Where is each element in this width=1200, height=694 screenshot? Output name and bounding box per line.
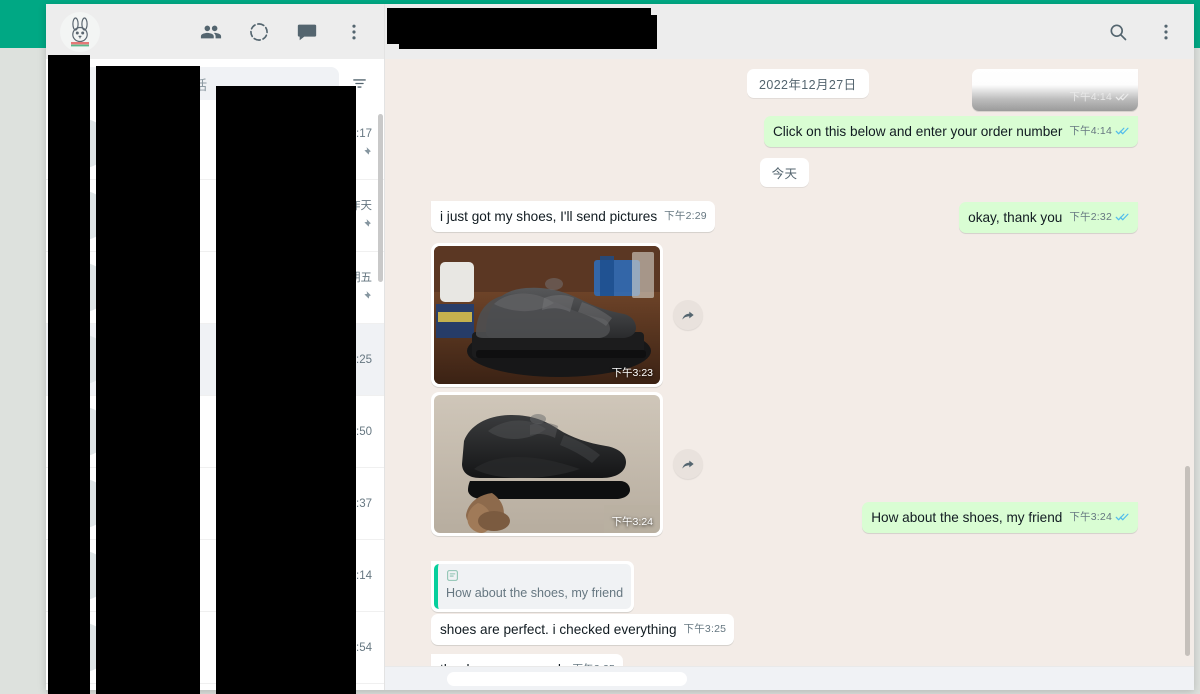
message-meta: 下午3:25 xyxy=(684,620,727,639)
photo[interactable]: x 下午3:23 xyxy=(434,246,660,384)
message-list[interactable]: 2022年12月27日 下午4:14 Click on this below a… xyxy=(385,59,1194,666)
message-meta: 下午3:25 xyxy=(572,660,615,666)
message-bubble[interactable]: i just got my shoes, I'll send pictures … xyxy=(431,201,715,232)
message-bubble[interactable]: How about the shoes, my friend 下午3:24 xyxy=(862,502,1138,533)
read-ticks-icon xyxy=(1115,91,1130,103)
message-meta: 下午2:32 xyxy=(1069,208,1130,227)
quote-block: How about the shoes, my friend xyxy=(434,564,631,609)
compose-bar[interactable] xyxy=(385,666,1194,690)
message-bubble[interactable]: Click on this below and enter your order… xyxy=(764,116,1138,147)
date-divider-old: 2022年12月27日 xyxy=(747,69,869,98)
avatar[interactable] xyxy=(60,12,100,52)
pin-icon xyxy=(359,146,372,159)
redaction-overlay xyxy=(96,66,200,694)
message-time: 下午3:25 xyxy=(572,660,615,666)
message-bubble[interactable]: shoes are perfect. i checked everything … xyxy=(431,614,734,645)
redaction-overlay xyxy=(216,86,356,694)
pin-icon xyxy=(359,218,372,231)
message-meta: 下午4:14 xyxy=(1069,88,1130,107)
message-time: 下午2:32 xyxy=(1069,208,1112,226)
message-text: Click on this below and enter your order… xyxy=(773,123,1062,141)
new-chat-icon[interactable] xyxy=(296,21,318,43)
rabbit-avatar-icon xyxy=(65,16,95,48)
message-row: How about the shoes, my friend xyxy=(431,561,1138,612)
photo-sneakers-on-box: x xyxy=(434,246,660,384)
message-text: okay, thank you xyxy=(968,209,1062,227)
message-meta: 下午4:14 xyxy=(1069,122,1130,141)
date-divider-today-row: 今天 xyxy=(431,158,1138,187)
message-row: thank you very much 下午3:25 xyxy=(431,654,1138,666)
menu-icon[interactable] xyxy=(344,22,364,42)
message-bubble[interactable]: okay, thank you 下午2:32 xyxy=(959,202,1138,233)
photo[interactable]: 下午3:24 xyxy=(434,395,660,533)
message-time: 下午3:24 xyxy=(1069,508,1112,526)
sidebar-header xyxy=(46,4,384,59)
chat-header-icons xyxy=(1108,22,1176,42)
message-time: 下午4:14 xyxy=(1069,122,1112,140)
message-text: i just got my shoes, I'll send pictures xyxy=(440,208,657,226)
conversation-pane: 2022年12月27日 下午4:14 Click on this below a… xyxy=(385,4,1194,690)
photo-time: 下午3:24 xyxy=(612,514,653,529)
image-message[interactable]: x 下午3:23 xyxy=(431,243,663,387)
message-text: shoes are perfect. i checked everything xyxy=(440,621,677,639)
compose-input[interactable] xyxy=(447,672,687,686)
sidebar-header-icons xyxy=(200,21,370,43)
quoted-author-icon xyxy=(446,569,459,582)
message-row: x 下午3:23 xyxy=(431,243,1138,387)
photo-time: 下午3:23 xyxy=(612,365,653,380)
sidebar-scrollbar[interactable] xyxy=(378,114,383,282)
read-ticks-icon xyxy=(1115,125,1130,137)
message-time: 下午2:29 xyxy=(664,207,707,225)
message-text: thank you very much xyxy=(440,661,565,666)
image-message[interactable]: 下午3:24 xyxy=(431,392,663,536)
forward-arrow-icon[interactable] xyxy=(673,449,703,479)
menu-icon[interactable] xyxy=(1156,22,1176,42)
message-time: 下午4:14 xyxy=(1069,88,1112,106)
quoted-message-bubble[interactable]: How about the shoes, my friend xyxy=(431,561,634,612)
read-ticks-icon xyxy=(1115,211,1130,223)
message-time: 下午3:25 xyxy=(684,620,727,638)
search-icon[interactable] xyxy=(1108,22,1128,42)
pin-icon xyxy=(359,290,372,303)
forward-arrow-icon[interactable] xyxy=(673,300,703,330)
message-row: Click on this below and enter your order… xyxy=(431,116,1138,147)
redaction-overlay xyxy=(48,55,90,694)
date-divider-today: 今天 xyxy=(760,158,810,187)
quoted-text: How about the shoes, my friend xyxy=(446,585,623,602)
community-icon[interactable] xyxy=(200,21,222,43)
redaction-overlay-chat-title xyxy=(387,8,651,44)
message-redacted[interactable]: 下午4:14 xyxy=(972,69,1138,111)
message-scrollbar[interactable] xyxy=(1185,466,1190,656)
message-bubble[interactable]: thank you very much 下午3:25 xyxy=(431,654,623,666)
screen: 搜索或开始新对话 erati 1:17 xyxy=(0,0,1200,694)
message-meta: 下午3:24 xyxy=(1069,508,1130,527)
message-meta: 下午2:29 xyxy=(664,207,707,226)
read-ticks-icon xyxy=(1115,511,1130,523)
message-text: How about the shoes, my friend xyxy=(871,509,1062,527)
message-row: shoes are perfect. i checked everything … xyxy=(431,614,1138,645)
status-icon[interactable] xyxy=(248,21,270,43)
photo-hand-holding-sneaker xyxy=(434,395,660,533)
